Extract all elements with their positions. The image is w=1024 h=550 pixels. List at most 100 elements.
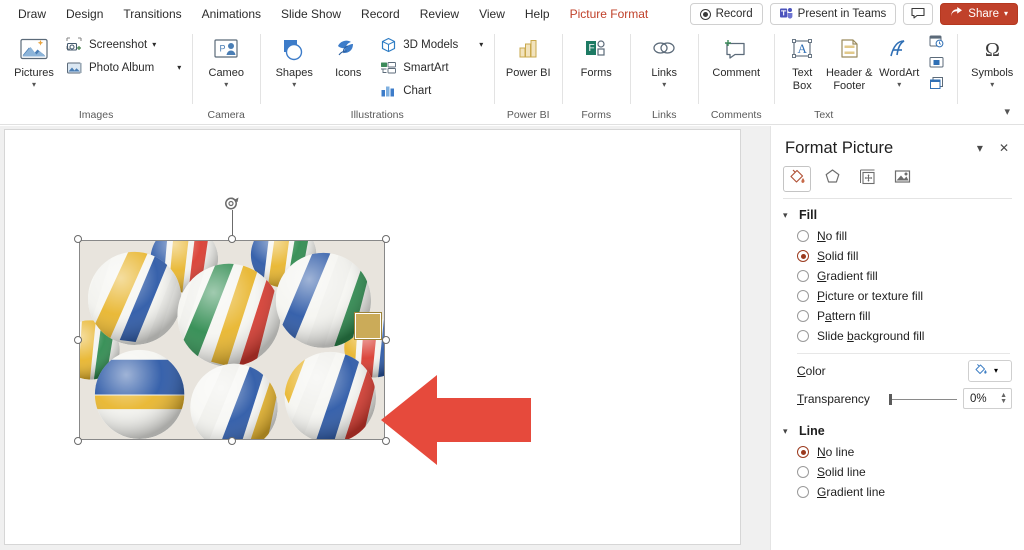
slide-canvas[interactable]: [4, 129, 741, 545]
chart-button[interactable]: Chart: [375, 79, 487, 102]
menu-item-help[interactable]: Help: [515, 3, 560, 25]
ribbon-group-camera: P Cameo ▾ Camera: [192, 28, 260, 124]
menu-items: Draw Design Transitions Animations Slide…: [0, 3, 658, 25]
resize-handle-sw[interactable]: [74, 437, 82, 445]
resize-handle-n[interactable]: [228, 235, 236, 243]
teams-icon: [780, 7, 793, 22]
pictures-label: Pictures: [14, 67, 54, 80]
svg-text:Ω: Ω: [985, 39, 1000, 61]
comment-label: Comment: [712, 67, 760, 80]
red-left-arrow: [381, 374, 531, 466]
resize-handle-ne[interactable]: [382, 235, 390, 243]
forms-button[interactable]: F Forms: [569, 31, 623, 80]
fill-section-title: Fill: [799, 208, 817, 222]
pane-close-button[interactable]: ✕: [996, 140, 1012, 156]
share-icon: [950, 7, 963, 21]
object-button[interactable]: [926, 76, 947, 95]
pane-collapse-button[interactable]: ▾: [974, 140, 986, 156]
comment-icon: [911, 7, 925, 22]
3d-models-button[interactable]: 3D Models ▾: [375, 33, 487, 56]
spinner-down-icon[interactable]: ▼: [1000, 399, 1007, 405]
tab-picture[interactable]: [888, 166, 916, 192]
menu-item-view[interactable]: View: [469, 3, 515, 25]
radio-pattern-fill[interactable]: Pattern fill: [771, 306, 1024, 326]
group-label-symbols: [957, 121, 1024, 124]
gold-square-overlay[interactable]: [355, 313, 381, 339]
paint-bucket-icon: [788, 167, 807, 191]
menu-item-transitions[interactable]: Transitions: [113, 3, 191, 25]
radio-picture-or-texture-fill[interactable]: Picture or texture fill: [771, 286, 1024, 306]
radio-no-fill[interactable]: No fill: [771, 226, 1024, 246]
chevron-down-icon: ▾: [662, 81, 666, 89]
slide-number-button[interactable]: [926, 55, 947, 74]
tab-size-and-properties[interactable]: [853, 166, 881, 192]
present-in-teams-button[interactable]: Present in Teams: [770, 3, 897, 25]
cameo-button[interactable]: P Cameo ▾: [199, 31, 253, 89]
text-box-button[interactable]: A Text Box: [781, 31, 823, 92]
screenshot-button[interactable]: Screenshot ▾: [61, 33, 185, 56]
radio-indicator-selected: [797, 446, 809, 458]
symbols-button[interactable]: Ω Symbols ▾: [964, 31, 1020, 89]
record-button[interactable]: Record: [690, 3, 763, 25]
radio-gradient-fill[interactable]: Gradient fill: [771, 266, 1024, 286]
smartart-button[interactable]: SmartArt: [375, 56, 487, 79]
power-bi-button[interactable]: Power BI: [501, 31, 555, 80]
chevron-down-icon: ▾: [479, 41, 483, 49]
beach-balls-photo[interactable]: [79, 240, 385, 440]
tab-fill-and-line[interactable]: [783, 166, 811, 192]
menu-item-design[interactable]: Design: [56, 3, 113, 25]
ribbon-group-illustrations: Shapes ▾ Icons: [260, 28, 494, 124]
screenshot-label: Screenshot: [89, 39, 147, 51]
screenshot-icon: [65, 35, 84, 54]
menu-bar-right-actions: Record Present in Teams: [690, 3, 1018, 25]
slider-thumb[interactable]: [889, 394, 892, 405]
selected-picture-frame[interactable]: [79, 240, 385, 440]
menu-item-animations[interactable]: Animations: [192, 3, 271, 25]
slider-track: [891, 399, 957, 400]
spinner-arrows[interactable]: ▲ ▼: [1000, 393, 1007, 405]
resize-handle-w[interactable]: [74, 336, 82, 344]
pictures-button[interactable]: Pictures ▾: [7, 31, 61, 89]
tab-effects[interactable]: [818, 166, 846, 192]
menu-item-record[interactable]: Record: [351, 3, 410, 25]
ribbon-group-links: Links ▾ Links: [630, 28, 698, 124]
share-button[interactable]: Share ▾: [940, 3, 1018, 25]
resize-handle-s[interactable]: [228, 437, 236, 445]
chevron-down-icon: ▾: [783, 210, 792, 221]
menu-item-draw[interactable]: Draw: [8, 3, 56, 25]
icons-button[interactable]: Icons: [321, 31, 375, 80]
radio-no-line[interactable]: No line: [771, 442, 1024, 462]
resize-handle-e[interactable]: [382, 336, 390, 344]
radio-gradient-line[interactable]: Gradient line: [771, 482, 1024, 502]
radio-solid-line[interactable]: Solid line: [771, 462, 1024, 482]
line-section-header[interactable]: ▾ Line: [771, 409, 1024, 442]
comment-button[interactable]: Comment: [705, 31, 767, 80]
rotate-icon[interactable]: [223, 194, 241, 212]
transparency-slider[interactable]: [885, 391, 957, 407]
radio-label: Pattern fill: [817, 309, 870, 323]
chevron-down-icon: ▾: [1004, 10, 1008, 18]
fill-color-button[interactable]: ▾: [968, 360, 1012, 382]
fill-color-icon: [974, 362, 990, 381]
pictures-icon: [19, 34, 49, 66]
powerpoint-window: Draw Design Transitions Animations Slide…: [0, 0, 1024, 550]
fill-section-header[interactable]: ▾ Fill: [771, 199, 1024, 226]
menu-item-picture-format[interactable]: Picture Format: [560, 3, 659, 25]
svg-text:A: A: [798, 41, 808, 56]
radio-slide-background-fill[interactable]: Slide background fill: [771, 326, 1024, 346]
photo-album-button[interactable]: Photo Album ▾: [61, 56, 185, 79]
date-time-button[interactable]: [926, 34, 947, 53]
header-footer-button[interactable]: Header & Footer: [823, 31, 875, 92]
menu-item-slide-show[interactable]: Slide Show: [271, 3, 351, 25]
shapes-button[interactable]: Shapes ▾: [267, 31, 321, 89]
menu-item-review[interactable]: Review: [410, 3, 469, 25]
links-button[interactable]: Links ▾: [637, 31, 691, 89]
wordart-button[interactable]: WordArt ▾: [875, 31, 923, 89]
image-icon: [893, 167, 912, 191]
comments-button[interactable]: [903, 3, 933, 25]
links-label: Links: [651, 67, 677, 80]
transparency-spinner[interactable]: 0% ▲ ▼: [963, 388, 1012, 409]
resize-handle-nw[interactable]: [74, 235, 82, 243]
radio-solid-fill[interactable]: Solid fill: [771, 246, 1024, 266]
ribbon-collapse-button[interactable]: ▾: [998, 103, 1016, 120]
